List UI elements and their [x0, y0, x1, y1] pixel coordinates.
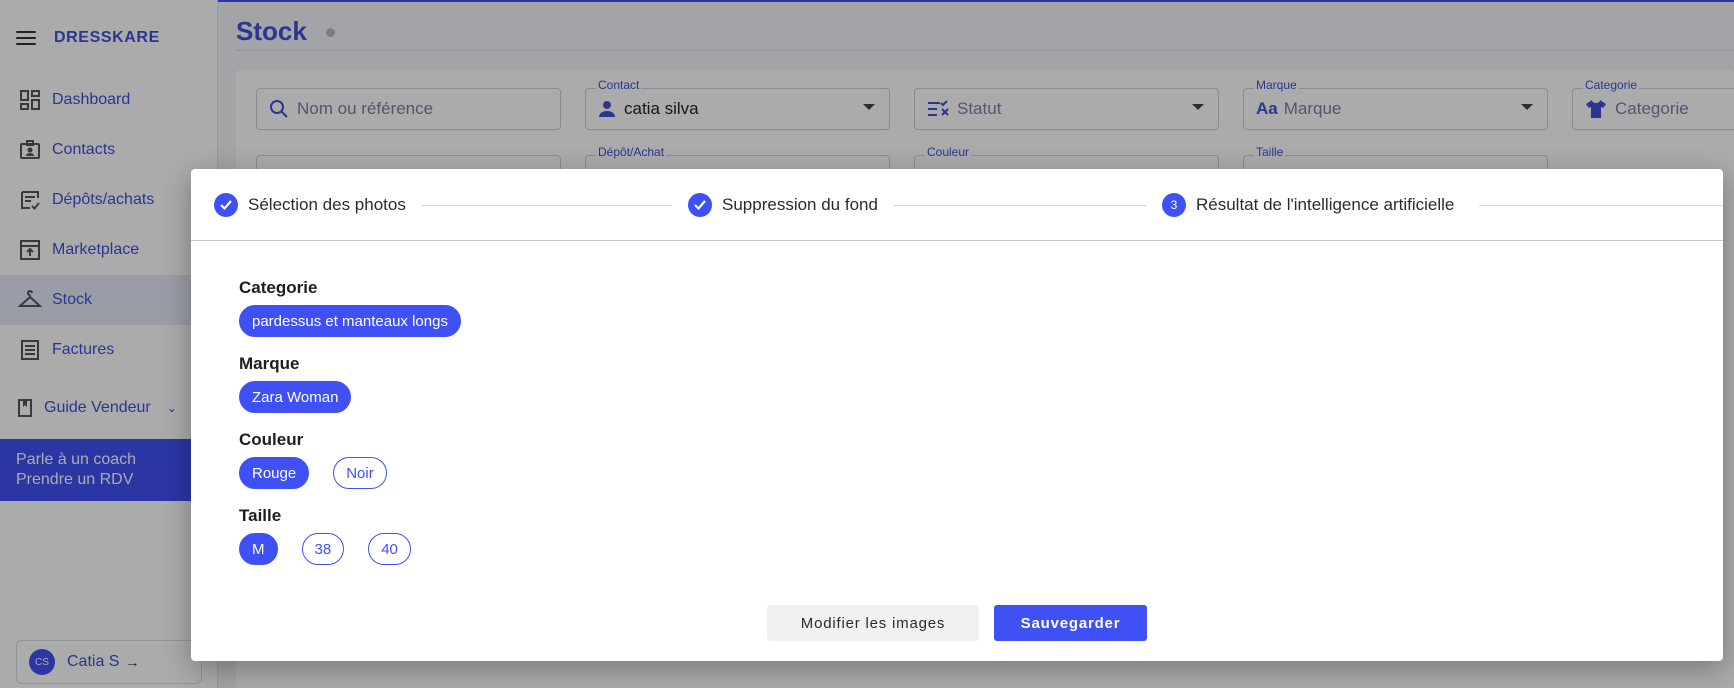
step-number: 3 [1162, 193, 1186, 217]
edit-images-button[interactable]: Modifier les images [767, 605, 979, 641]
brand-chip[interactable]: Zara Woman [239, 381, 352, 413]
save-button[interactable]: Sauvegarder [994, 605, 1147, 641]
size-chip[interactable]: M [239, 533, 278, 565]
step-label: Suppression du fond [722, 195, 878, 214]
color-chip[interactable]: Rouge [239, 457, 310, 489]
brand-chips: Zara Woman [239, 381, 375, 413]
size-chip[interactable]: 38 [301, 533, 345, 565]
check-icon [688, 193, 712, 217]
ai-result-dialog: Sélection des photos Suppression du fond… [191, 169, 1723, 661]
size-chip[interactable]: 40 [368, 533, 411, 565]
category-chip[interactable]: pardessus et manteaux longs [239, 305, 461, 337]
check-icon [214, 193, 238, 217]
step-label: Sélection des photos [248, 195, 406, 214]
color-chips: Rouge Noir [239, 457, 411, 489]
size-chips: M 38 40 [239, 533, 435, 565]
stepper: Sélection des photos Suppression du fond… [191, 169, 1723, 241]
category-label: Categorie [239, 278, 318, 297]
step-connector [1479, 205, 1723, 206]
step-connector [894, 205, 1146, 206]
size-label: Taille [239, 506, 282, 525]
step-label: Résultat de l'intelligence artificielle [1196, 195, 1455, 214]
step-connector [422, 205, 672, 206]
step-ai-result[interactable]: 3 Résultat de l'intelligence artificiell… [1162, 193, 1454, 217]
color-chip[interactable]: Noir [333, 457, 387, 489]
brand-label: Marque [239, 354, 300, 373]
step-photo-selection[interactable]: Sélection des photos [214, 193, 406, 217]
category-chips: pardessus et manteaux longs [239, 305, 485, 337]
step-background-removal[interactable]: Suppression du fond [688, 193, 878, 217]
color-label: Couleur [239, 430, 304, 449]
